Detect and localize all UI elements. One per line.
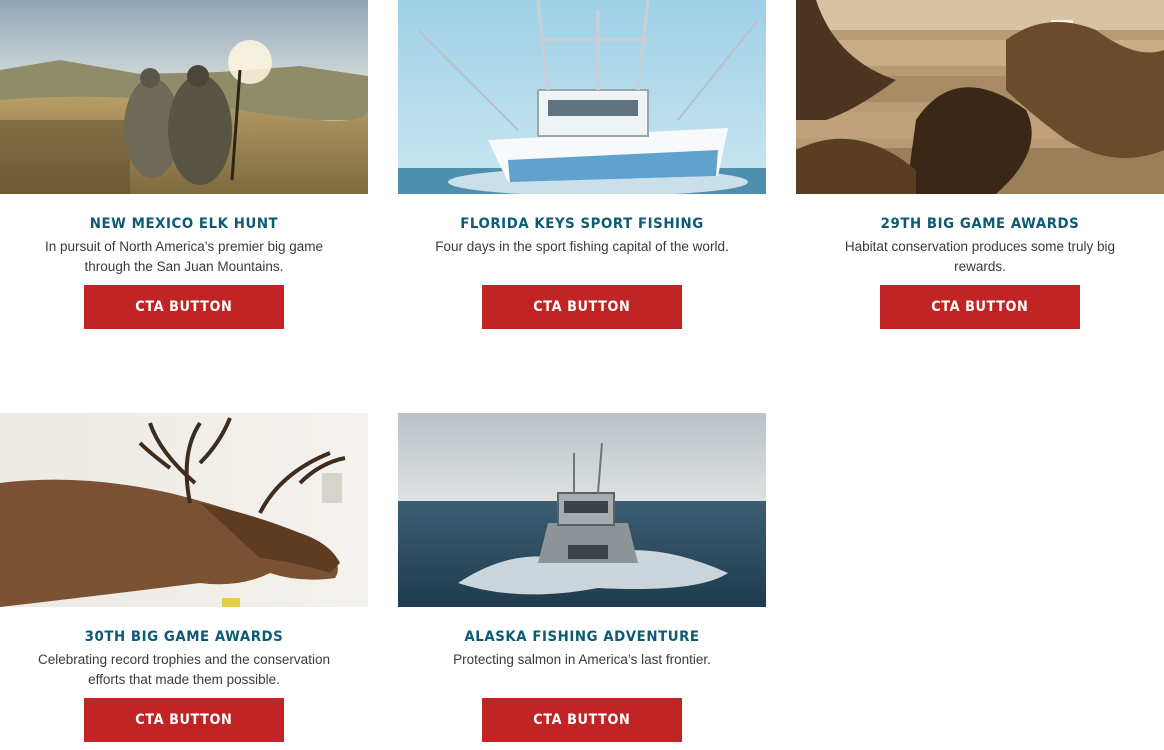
card-image-elk-mount <box>0 413 368 607</box>
card-title: 30TH BIG GAME AWARDS <box>84 629 284 645</box>
card-new-mexico-elk-hunt: NEW MEXICO ELK HUNT In pursuit of North … <box>0 0 368 329</box>
card-image-alaska-boat <box>398 413 766 607</box>
cta-button-label: CTA BUTTON <box>533 712 631 728</box>
card-29th-big-game-awards: 29TH BIG GAME AWARDS Habitat conservatio… <box>796 0 1164 329</box>
cta-button-label: CTA BUTTON <box>931 299 1029 315</box>
card-description: In pursuit of North America’s premier bi… <box>44 239 324 274</box>
cta-button-label: CTA BUTTON <box>135 299 233 315</box>
card-alaska-fishing-adventure: ALASKA FISHING ADVENTURE Protecting salm… <box>398 413 766 742</box>
card-description: Celebrating record trophies and the cons… <box>38 652 330 687</box>
card-description: Four days in the sport fishing capital o… <box>435 239 729 254</box>
card-description: Protecting salmon in America’s last fron… <box>453 652 711 667</box>
card-title: FLORIDA KEYS SPORT FISHING <box>460 216 704 232</box>
card-image-sport-fishing-boat <box>398 0 766 194</box>
card-description: Habitat conservation produces some truly… <box>844 239 1116 274</box>
card-image-moose-mounts <box>796 0 1164 194</box>
cta-button[interactable]: CTA BUTTON <box>880 285 1080 329</box>
cta-button[interactable]: CTA BUTTON <box>84 285 284 329</box>
card-image-hunters <box>0 0 368 194</box>
cta-button-label: CTA BUTTON <box>135 712 233 728</box>
card-title: 29TH BIG GAME AWARDS <box>880 216 1080 232</box>
card-florida-keys-sport-fishing: FLORIDA KEYS SPORT FISHING Four days in … <box>398 0 766 329</box>
card-title: NEW MEXICO ELK HUNT <box>89 216 279 232</box>
cta-button-label: CTA BUTTON <box>533 299 631 315</box>
card-30th-big-game-awards: 30TH BIG GAME AWARDS Celebrating record … <box>0 413 368 742</box>
cta-button[interactable]: CTA BUTTON <box>482 285 682 329</box>
card-title: ALASKA FISHING ADVENTURE <box>464 629 700 645</box>
cta-button[interactable]: CTA BUTTON <box>482 698 682 742</box>
cta-button[interactable]: CTA BUTTON <box>84 698 284 742</box>
